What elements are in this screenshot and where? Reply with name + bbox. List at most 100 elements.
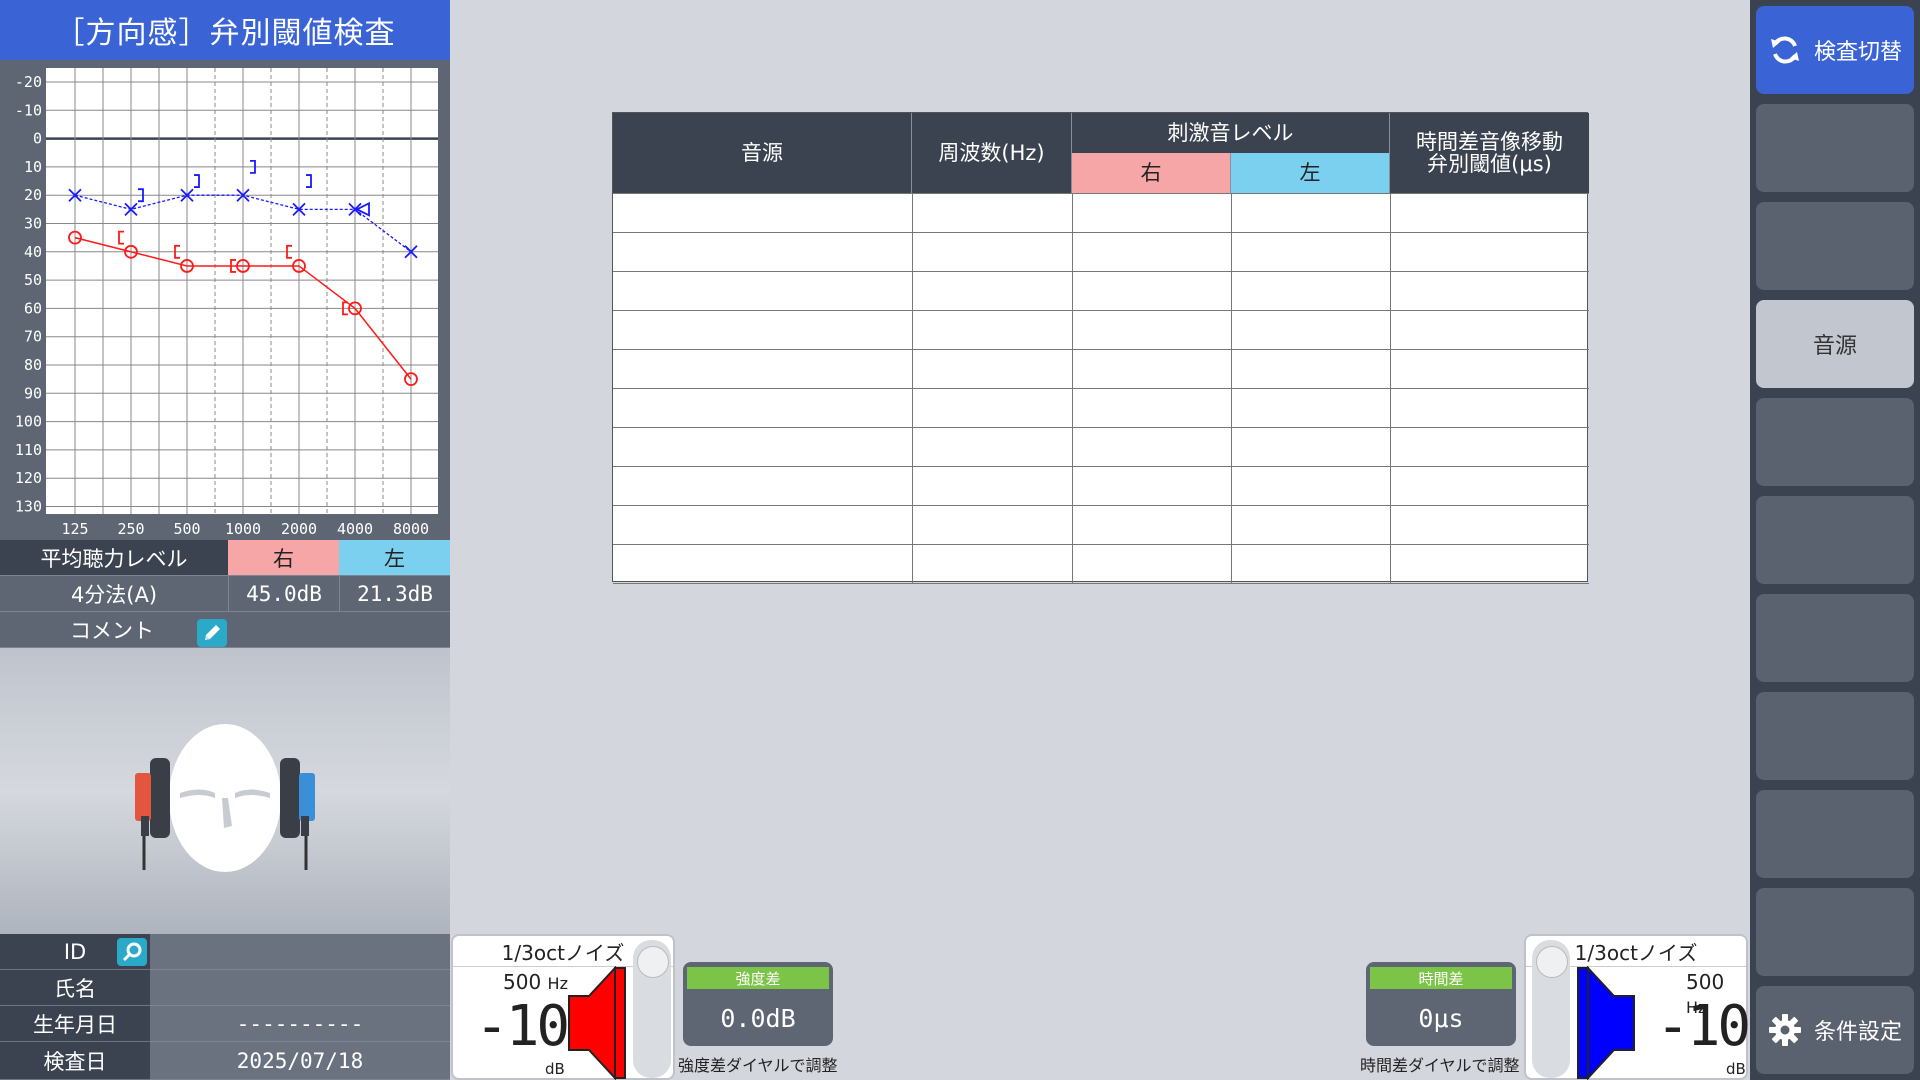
table-row[interactable] [613,545,1589,583]
right-frequency: 500 Hz [503,970,568,994]
audiogram-y-tick: 90 [24,384,42,402]
table-row[interactable] [613,467,1589,505]
id-search-button[interactable] [117,938,147,966]
time-diff-label: 時間差 [1370,967,1512,989]
table-row[interactable] [613,272,1589,310]
left-channel-signal-panel[interactable]: 1/3octノイズ 500 Hz -10 dB [1524,934,1751,1080]
average-table: 平均聴力レベル 右 左 4分法(A) 45.0dB 21.3dB コメント [0,540,450,648]
left-speaker-icon [1577,966,1635,1080]
audiogram-x-tick: 500 [173,520,200,538]
table-row-divider [613,583,1589,584]
audiogram-x-tick: 1000 [225,520,261,538]
id-label-text: ID [63,939,87,964]
left-frequency-value: 500 [1686,970,1725,994]
right-sidebar: 検査切替 音源 条件設定 [1750,0,1920,1080]
table-row[interactable] [613,428,1589,466]
comment-label: コメント [70,618,154,643]
audiogram-x-tick: 2000 [281,520,317,538]
name-label: 氏名 [0,970,150,1006]
audiogram-panel: -20 -10 0 10 20 30 40 50 60 70 80 90 100 110 120 130 12… [0,60,450,540]
average-right-header: 右 [228,540,339,576]
audiogram-y-tick: 60 [24,299,42,317]
audiogram-y-tick: 70 [24,328,42,346]
right-level-slider-knob[interactable] [637,946,669,978]
time-diff-value: 0μs [1418,1003,1464,1033]
audiogram-y-tick: -20 [15,73,42,91]
audiogram-y-tick: 110 [15,441,42,459]
gear-icon [1768,1014,1801,1046]
intensity-diff-label: 強度差 [687,967,829,989]
head-with-headphones-icon [135,724,315,872]
left-level-unit: dB [1726,1060,1746,1078]
table-row[interactable] [613,194,1589,232]
audiogram-y-tick: 130 [15,498,42,516]
time-diff-note: 時間差ダイヤルで調整 [1360,1056,1520,1075]
average-left-value: 21.3dB [339,576,450,612]
audiogram-x-tick: 8000 [393,520,429,538]
right-channel-signal-panel[interactable]: 1/3octノイズ 500 Hz -10 dB [451,934,675,1080]
right-frequency-value: 500 [503,970,542,994]
sidebar-empty-button-2[interactable] [1756,202,1914,290]
table-row[interactable] [613,233,1589,271]
condition-settings-button[interactable]: 条件設定 [1756,986,1914,1074]
sidebar-empty-button-3[interactable] [1756,398,1914,486]
name-value [150,970,450,1006]
left-level-slider-knob[interactable] [1536,946,1568,978]
intensity-diff-panel: 強度差 0.0dB [683,962,833,1046]
table-row[interactable] [613,311,1589,349]
average-header: 平均聴力レベル [0,540,228,576]
condition-settings-label: 条件設定 [1813,1020,1902,1045]
sidebar-empty-button-8[interactable] [1756,888,1914,976]
audiogram-y-tick: 0 [33,130,42,148]
exam-date-label: 検査日 [0,1042,150,1080]
page-title: ［方向感］弁別閾値検査 [0,0,450,60]
comment-edit-button[interactable] [197,619,227,647]
audiogram-y-tick: 30 [24,215,42,233]
audiogram-y-tick: -10 [15,101,42,119]
sound-source-label: 音源 [1812,334,1857,359]
table-row[interactable] [613,506,1589,544]
id-value[interactable] [150,934,450,970]
sound-source-button[interactable]: 音源 [1756,300,1914,388]
sidebar-empty-button-1[interactable] [1756,104,1914,192]
sidebar-empty-button-4[interactable] [1756,496,1914,584]
switch-exam-button[interactable]: 検査切替 [1756,6,1914,94]
audiogram-y-tick: 20 [24,186,42,204]
audiogram-y-tick: 50 [24,271,42,289]
audiogram-y-tick: 100 [15,413,42,431]
exam-date-value: 2025/07/18 [150,1042,450,1080]
head-illustration-panel [0,648,450,934]
comment-value[interactable] [228,612,450,648]
left-level-slider[interactable] [1532,940,1570,1078]
left-panel: ［方向感］弁別閾値検査 -20 -10 0 10 20 30 40 50 60 70 80 90 100… [0,0,450,1080]
audiogram-chart: -20 -10 0 10 20 30 40 50 60 70 80 90 100 110 120 130 12… [15,68,438,538]
audiogram-x-tick: 4000 [337,520,373,538]
table-row[interactable] [613,389,1589,427]
right-speaker-icon [568,966,626,1080]
sidebar-empty-button-6[interactable] [1756,692,1914,780]
birth-value: ---------- [150,1006,450,1042]
switch-exam-label: 検査切替 [1813,40,1902,65]
table-row[interactable] [613,350,1589,388]
pencil-icon [205,625,220,640]
search-icon [122,942,142,962]
average-left-header: 左 [339,540,450,576]
audiogram-y-tick: 120 [15,469,42,487]
intensity-diff-value: 0.0dB [720,1003,796,1033]
audiogram-plot-area [46,68,438,514]
audiogram-x-tick: 125 [61,520,88,538]
audiogram-y-tick: 80 [24,356,42,374]
birth-label: 生年月日 [0,1006,150,1042]
left-level: -10 [1656,994,1751,1059]
right-level-slider[interactable] [633,940,671,1078]
result-table: 音源 周波数(Hz) 刺激音レベル 右 左 時間差音像移動 弁別閾値(μs) [612,112,1589,584]
sidebar-empty-button-7[interactable] [1756,790,1914,878]
audiogram-y-tick: 40 [24,243,42,261]
right-level-unit: dB [545,1060,565,1078]
time-diff-panel: 時間差 0μs [1366,962,1516,1046]
right-level: -10 [475,994,570,1059]
average-method: 4分法(A) [0,576,228,612]
right-frequency-unit: Hz [547,974,568,993]
sidebar-empty-button-5[interactable] [1756,594,1914,682]
audiogram-x-tick: 250 [117,520,144,538]
